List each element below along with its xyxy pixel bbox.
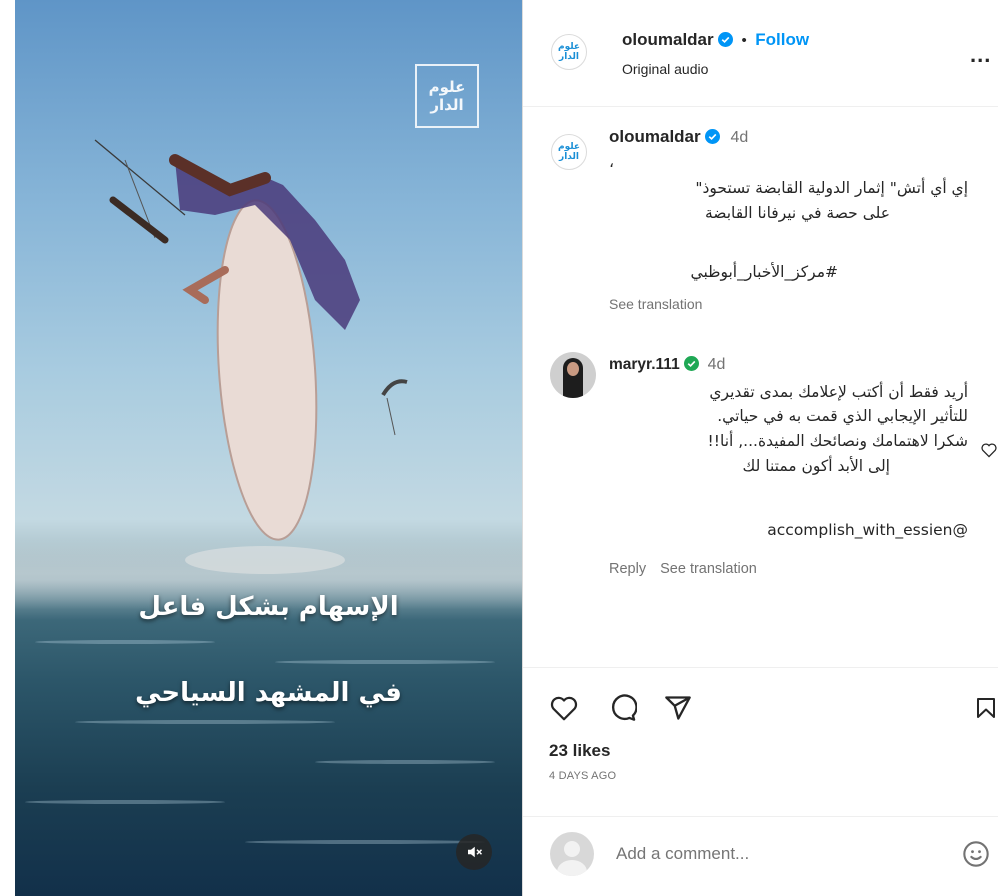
wave	[35, 640, 215, 644]
wave	[315, 760, 495, 764]
comment-line2: للتأثير الإيجابي الذي قمت به في حياتي.	[717, 407, 968, 425]
caption-username[interactable]: oloumaldar	[609, 127, 701, 146]
post-header-title: oloumaldar • Follow	[622, 30, 809, 50]
actions-divider	[523, 667, 998, 668]
caption-header: oloumaldar 4d	[609, 127, 748, 147]
comment-bubble-icon[interactable]	[609, 694, 637, 722]
header-divider	[523, 106, 998, 107]
video-overlay-text-line2: في المشهد السياحي	[135, 678, 402, 708]
comment-header: maryr.111 4d	[609, 356, 725, 374]
media-watermark-logo: علوم الدار	[415, 64, 479, 128]
verified-badge-icon	[705, 129, 721, 144]
video-overlay-text-line1: الإسهام بشكل فاعل	[138, 592, 399, 622]
caption-see-translation[interactable]: See translation	[609, 296, 702, 312]
caption-line1: إي أي أتش" إثمار الدولية القابضة تستحوذ"	[695, 179, 968, 197]
wave	[25, 800, 225, 804]
comment-line3: شكرا لاهتمامك ونصائحك المفيدة..., أنا!!	[707, 432, 968, 450]
share-send-icon[interactable]	[664, 694, 692, 722]
verified-badge-icon	[684, 356, 700, 371]
emoji-picker-icon[interactable]	[962, 840, 990, 868]
comment-time[interactable]: 4d	[708, 356, 726, 373]
commenter-username[interactable]: maryr.111	[609, 356, 680, 373]
caption-dot: ،	[609, 153, 615, 171]
follow-button[interactable]: Follow	[755, 30, 809, 49]
audio-label[interactable]: Original audio	[622, 61, 708, 77]
post-date[interactable]: 4 DAYS AGO	[549, 770, 616, 782]
add-comment-input[interactable]	[616, 840, 936, 868]
caption-author-avatar[interactable]: علوم الدار	[551, 134, 587, 170]
verified-badge-icon	[718, 32, 734, 47]
wave	[75, 720, 335, 724]
comment-actions: Reply See translation	[609, 561, 757, 577]
like-heart-icon[interactable]	[549, 694, 579, 722]
save-bookmark-icon[interactable]	[974, 694, 998, 722]
comment-line4: إلى الأبد أكون ممتنا لك	[742, 457, 890, 475]
comment-see-translation[interactable]: See translation	[660, 561, 757, 577]
author-avatar[interactable]: علوم الدار	[551, 34, 587, 70]
author-username[interactable]: oloumaldar	[622, 30, 714, 49]
likes-count[interactable]: 23 likes	[549, 741, 610, 761]
more-options-icon[interactable]: ...	[970, 42, 991, 68]
wave	[275, 660, 495, 664]
comment-mention[interactable]: accomplish_with_essien@	[600, 520, 968, 541]
mute-button[interactable]	[456, 834, 492, 870]
comment-like-heart-icon[interactable]	[980, 442, 998, 458]
wave	[245, 840, 485, 844]
header-separator: •	[741, 32, 747, 49]
post-media-video[interactable]: علوم الدار الإسهام بشكل فاعل في المشهد ا…	[15, 0, 522, 896]
caption-line2: على حصة في نيرفانا القابضة	[704, 204, 890, 222]
comment-reply-button[interactable]: Reply	[609, 561, 646, 577]
current-user-avatar	[550, 832, 594, 876]
caption-time[interactable]: 4d	[731, 129, 749, 146]
caption-hashtag[interactable]: #مركز_الأخبار_أبوظبي	[600, 262, 968, 283]
comment-line1: أريد فقط أن أكتب لإعلامك بمدى تقديري	[709, 383, 968, 401]
panel-divider	[522, 0, 523, 896]
muted-speaker-icon	[468, 846, 483, 858]
commenter-avatar[interactable]	[550, 352, 596, 398]
add-comment-divider	[523, 816, 998, 817]
